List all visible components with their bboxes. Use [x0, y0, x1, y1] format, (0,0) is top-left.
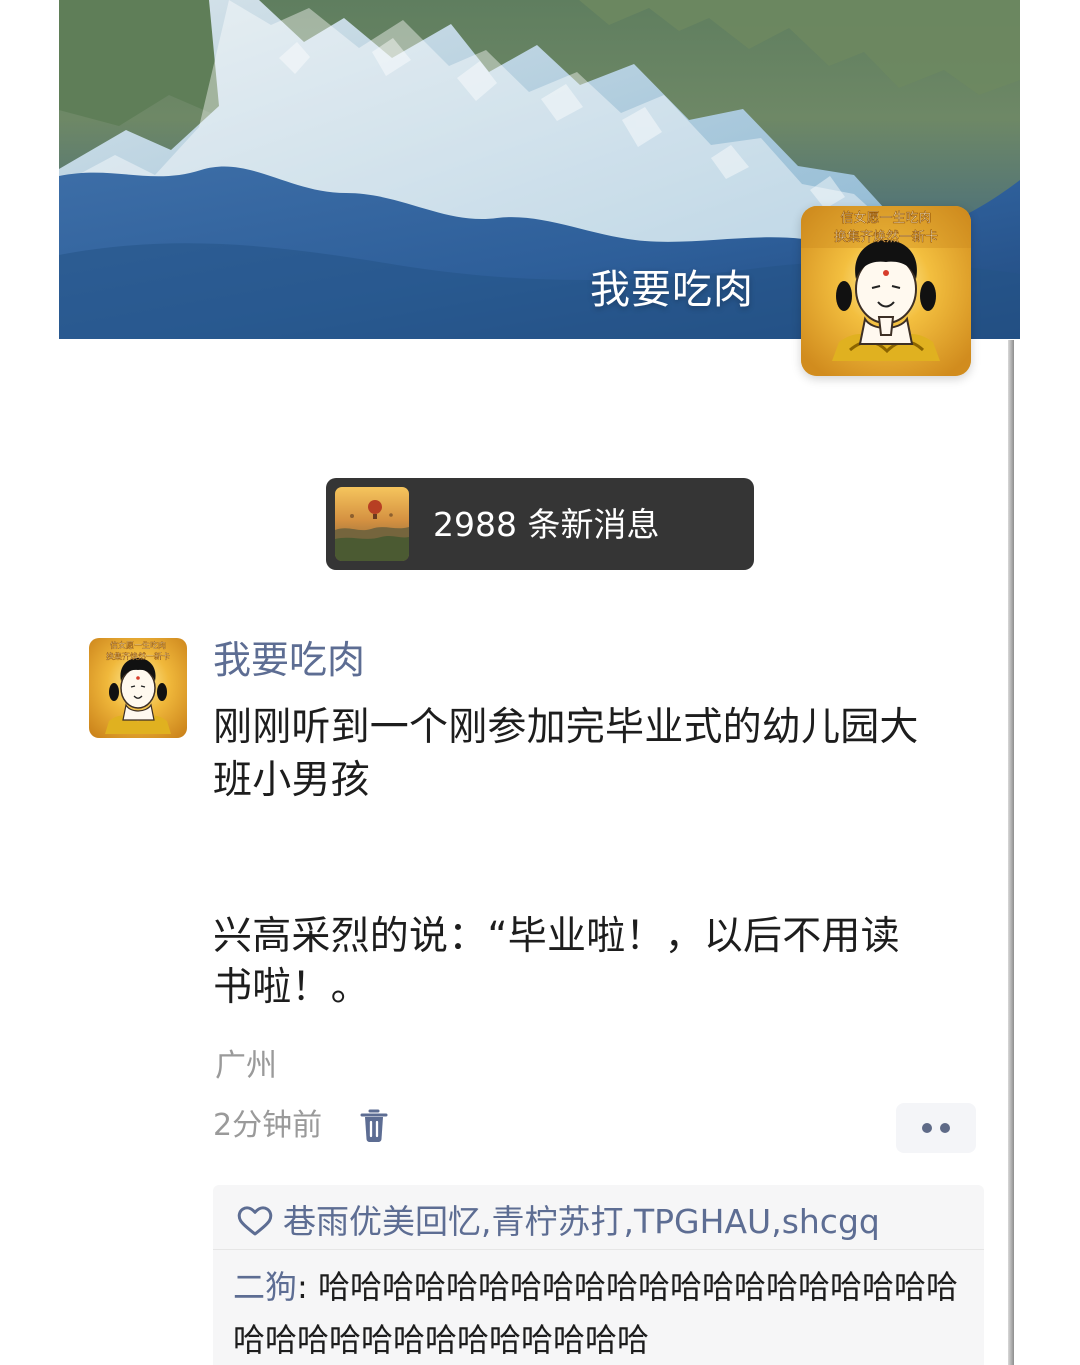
- post-author-name[interactable]: 我要吃肉: [213, 639, 365, 682]
- trash-icon: [360, 1109, 388, 1142]
- comment-author[interactable]: 二狗: [233, 1268, 297, 1306]
- comment-item[interactable]: 二狗: 哈哈哈哈哈哈哈哈哈哈哈哈哈哈哈哈哈哈哈哈哈哈哈哈哈哈哈哈哈哈哈哈哈: [233, 1261, 963, 1365]
- heart-icon: [237, 1206, 273, 1236]
- post-location[interactable]: 广州: [215, 1051, 277, 1082]
- like-user-2[interactable]: 青柠苏打: [492, 1205, 624, 1238]
- trash-button[interactable]: [359, 1108, 389, 1144]
- more-options-icon-dot: [940, 1123, 950, 1133]
- interaction-panel: 巷雨优美回忆, 青柠苏打, TPGHAU, shcgq 二狗: 哈哈哈哈哈哈哈哈…: [213, 1185, 984, 1365]
- like-user-1[interactable]: 巷雨优美回忆: [283, 1205, 481, 1238]
- profile-avatar[interactable]: 信女愿一生吃肉 换集齐焕然一新卡: [801, 206, 971, 376]
- svg-text:信女愿一生吃肉: 信女愿一生吃肉: [110, 640, 166, 650]
- meme-girl-avatar: 信女愿一生吃肉 换集齐焕然一新卡: [801, 206, 971, 376]
- more-options-button[interactable]: [896, 1103, 976, 1153]
- svg-text:换集齐焕然一新卡: 换集齐焕然一新卡: [834, 229, 938, 245]
- new-messages-banner[interactable]: 2988 条新消息: [326, 478, 754, 570]
- cover-display-name[interactable]: 我要吃肉: [590, 268, 754, 312]
- comment-text: 哈哈哈哈哈哈哈哈哈哈哈哈哈哈哈哈哈哈哈哈哈哈哈哈哈哈哈哈哈哈哈哈哈: [233, 1268, 958, 1359]
- new-messages-text: 2988 条新消息: [433, 504, 660, 544]
- scrollbar-track[interactable]: [1008, 340, 1014, 1365]
- svg-text:信女愿一生吃肉: 信女愿一生吃肉: [840, 210, 931, 226]
- likes-row: 巷雨优美回忆, 青柠苏打, TPGHAU, shcgq: [237, 1201, 880, 1241]
- meme-girl-small-avatar: 信女愿一生吃肉 换集齐焕然一新卡: [89, 638, 187, 738]
- post-time: 2分钟前: [213, 1108, 323, 1143]
- more-options-icon: [922, 1123, 932, 1133]
- post-text-line-1: 刚刚听到一个刚参加完毕业式的幼儿园大: [213, 705, 919, 750]
- post-text-line-3: 兴高采烈的说：“毕业啦！，以后不用读: [213, 914, 900, 959]
- svg-text:换集齐焕然一新卡: 换集齐焕然一新卡: [106, 651, 170, 661]
- like-user-4[interactable]: shcgq: [782, 1205, 880, 1238]
- comments-divider: [213, 1249, 984, 1250]
- like-user-3[interactable]: TPGHAU: [634, 1205, 771, 1238]
- post-author-avatar[interactable]: 信女愿一生吃肉 换集齐焕然一新卡: [89, 638, 187, 738]
- post-text-line-4: 书啦！。: [213, 965, 370, 1010]
- hot-air-balloon-thumbnail: [335, 487, 409, 561]
- notice-thumbnail: [335, 487, 409, 561]
- post-text-line-2: 班小男孩: [213, 758, 370, 803]
